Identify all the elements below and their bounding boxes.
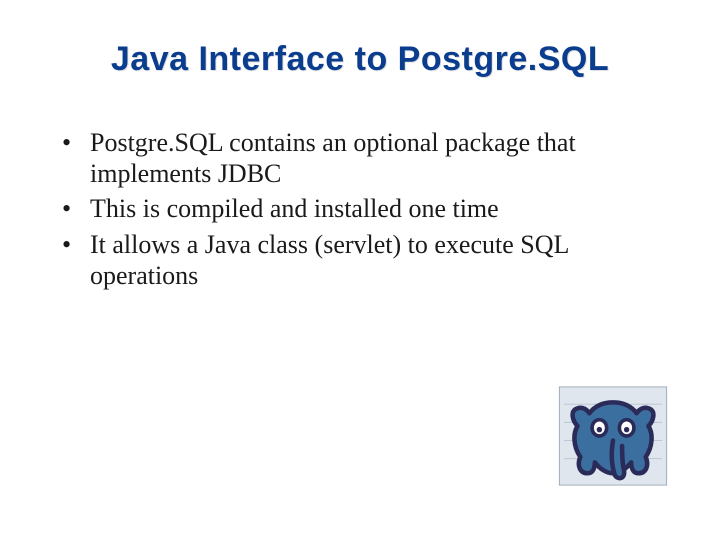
bullet-item: This is compiled and installed one time: [56, 193, 670, 224]
postgresql-logo-icon: [558, 386, 668, 486]
bullet-item: Postgre.SQL contains an optional package…: [56, 127, 670, 189]
bullet-item: It allows a Java class (servlet) to exec…: [56, 229, 670, 291]
slide: Java Interface to Postgre.SQL Postgre.SQ…: [0, 0, 720, 540]
bullet-list: Postgre.SQL contains an optional package…: [50, 127, 670, 291]
slide-title: Java Interface to Postgre.SQL: [50, 40, 670, 79]
